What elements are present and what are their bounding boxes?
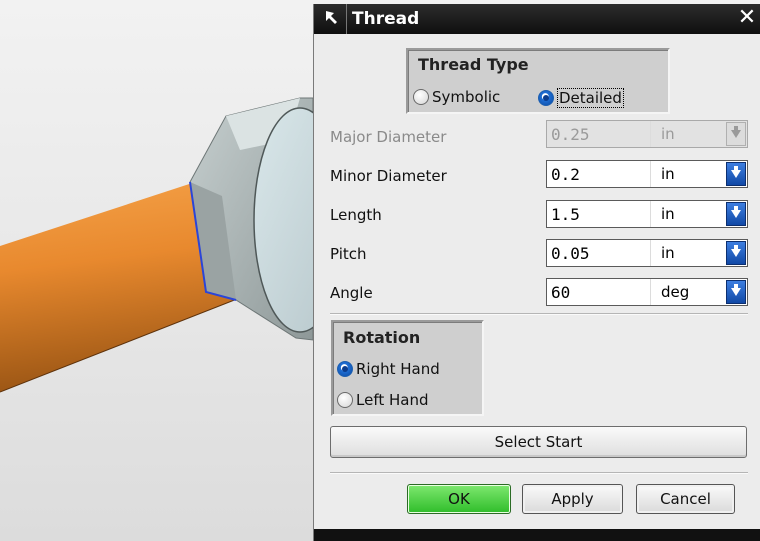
- minor-diameter-label: Minor Diameter: [330, 167, 447, 185]
- length-label: Length: [330, 206, 382, 224]
- radio-button-icon[interactable]: [413, 89, 429, 105]
- dropdown-arrow-icon[interactable]: [726, 241, 746, 265]
- apply-button[interactable]: Apply: [522, 484, 623, 514]
- dropdown-arrow-icon[interactable]: [726, 202, 746, 226]
- dropdown-arrow-icon: [726, 122, 746, 146]
- radio-symbolic-label: Symbolic: [432, 88, 501, 106]
- angle-unit[interactable]: deg: [651, 283, 726, 301]
- length-field[interactable]: 1.5 in: [546, 200, 748, 228]
- pin-icon[interactable]: [320, 4, 347, 34]
- radio-button-icon[interactable]: [337, 392, 353, 408]
- radio-right-hand[interactable]: Right Hand: [337, 360, 440, 378]
- divider: [330, 472, 748, 474]
- angle-field[interactable]: 60 deg: [546, 278, 748, 306]
- pitch-value[interactable]: 0.05: [547, 240, 651, 266]
- radio-right-hand-label: Right Hand: [356, 360, 440, 378]
- angle-label: Angle: [330, 284, 373, 302]
- length-value[interactable]: 1.5: [547, 201, 651, 227]
- radio-symbolic[interactable]: Symbolic: [413, 88, 500, 106]
- close-icon[interactable]: ✕: [735, 6, 759, 30]
- dialog-bottom-edge: [314, 529, 760, 541]
- radio-left-hand[interactable]: Left Hand: [337, 391, 429, 409]
- minor-diameter-unit[interactable]: in: [651, 165, 726, 183]
- radio-button-selected-icon[interactable]: [337, 361, 353, 377]
- dialog-title-bar[interactable]: Thread ✕: [314, 4, 760, 34]
- radio-left-hand-label: Left Hand: [356, 391, 429, 409]
- rotation-group: Rotation Right Hand Left Hand: [331, 320, 484, 416]
- major-diameter-unit: in: [661, 125, 675, 143]
- thread-dialog: Thread ✕ Thread Type Symbolic Detailed M…: [313, 4, 760, 541]
- ok-button[interactable]: OK: [407, 484, 511, 514]
- minor-diameter-field[interactable]: 0.2 in: [546, 160, 748, 188]
- major-diameter-value: 0.25: [547, 121, 651, 147]
- radio-button-selected-icon[interactable]: [538, 90, 554, 106]
- pitch-label: Pitch: [330, 245, 367, 263]
- radio-detailed-label: Detailed: [557, 88, 624, 108]
- thread-type-group: Thread Type Symbolic Detailed: [406, 48, 670, 114]
- dropdown-arrow-icon[interactable]: [726, 280, 746, 304]
- divider: [330, 313, 748, 315]
- rotation-title: Rotation: [343, 328, 421, 347]
- pitch-field[interactable]: 0.05 in: [546, 239, 748, 267]
- dropdown-arrow-icon[interactable]: [726, 162, 746, 186]
- thread-type-title: Thread Type: [418, 55, 529, 74]
- angle-value[interactable]: 60: [547, 279, 651, 305]
- radio-detailed[interactable]: Detailed: [538, 88, 624, 108]
- dialog-title: Thread: [352, 9, 420, 29]
- select-start-button[interactable]: Select Start: [330, 426, 747, 458]
- cancel-button[interactable]: Cancel: [636, 484, 735, 514]
- major-diameter-field: 0.25 in: [546, 120, 748, 148]
- length-unit[interactable]: in: [651, 205, 726, 223]
- pitch-unit[interactable]: in: [651, 244, 726, 262]
- major-diameter-label: Major Diameter: [330, 128, 447, 146]
- minor-diameter-value[interactable]: 0.2: [547, 161, 651, 187]
